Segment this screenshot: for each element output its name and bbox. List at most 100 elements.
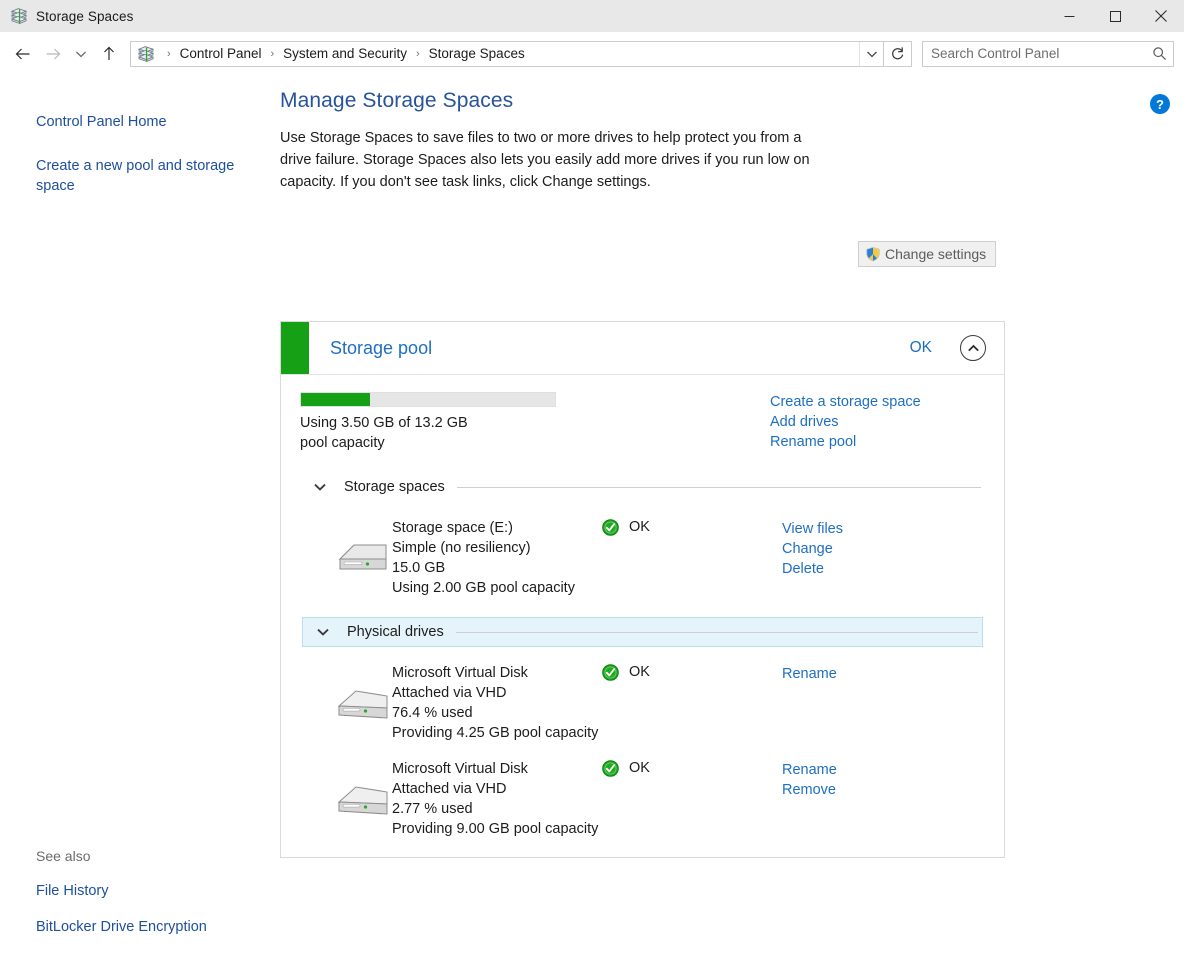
main-pane: Manage Storage Spaces Use Storage Spaces… (280, 76, 1184, 953)
storage-pool-body: Using 3.50 GB of 13.2 GB pool capacity C… (281, 375, 1004, 857)
physical-drive-info: Microsoft Virtual Disk Attached via VHD … (392, 759, 602, 839)
change-settings-label: Change settings (885, 246, 987, 262)
sidebar-item-control-panel-home[interactable]: Control Panel Home (36, 112, 251, 132)
window-controls (1046, 0, 1184, 32)
breadcrumb-separator: › (167, 47, 171, 60)
section-divider (456, 486, 981, 488)
storage-space-action-links: View files Change Delete (782, 518, 985, 598)
page-title: Manage Storage Spaces (280, 89, 514, 112)
breadcrumb-system-and-security[interactable]: System and Security (281, 46, 409, 61)
add-drives-link[interactable]: Add drives (770, 412, 921, 432)
navigation-bar: › Control Panel › System and Security › … (0, 32, 1184, 76)
status-ok-icon (602, 760, 619, 777)
address-dropdown-chevron-icon[interactable] (859, 41, 883, 66)
drive-icon (336, 518, 392, 598)
physical-drive-used: 76.4 % used (392, 705, 473, 721)
sidebar: Control Panel Home Create a new pool and… (0, 76, 280, 220)
physical-drive-used: 2.77 % used (392, 801, 473, 817)
physical-drive-info: Microsoft Virtual Disk Attached via VHD … (392, 663, 602, 743)
change-link[interactable]: Change (782, 539, 985, 559)
physical-drive-icon (336, 663, 392, 743)
physical-drive-providing: Providing 4.25 GB pool capacity (392, 725, 599, 741)
minimize-button[interactable] (1046, 0, 1092, 32)
physical-drive-name: Microsoft Virtual Disk (392, 665, 528, 681)
rename-link[interactable]: Rename (782, 664, 985, 684)
sidebar-item-create-new-pool[interactable]: Create a new pool and storage space (36, 156, 251, 196)
rename-link[interactable]: Rename (782, 760, 985, 780)
back-button[interactable] (8, 39, 38, 69)
forward-button[interactable] (38, 39, 68, 69)
chevron-up-icon[interactable] (960, 335, 986, 361)
storage-space-info: Storage space (E:) Simple (no resiliency… (392, 518, 602, 598)
pool-capacity-progress-fill (301, 393, 370, 406)
see-also-file-history[interactable]: File History (36, 883, 207, 899)
remove-link[interactable]: Remove (782, 780, 985, 800)
search-icon[interactable] (1145, 42, 1173, 66)
breadcrumb-separator[interactable]: › (409, 48, 427, 60)
storage-spaces-icon (10, 7, 28, 25)
pool-usage-row: Using 3.50 GB of 13.2 GB pool capacity C… (300, 375, 985, 453)
physical-drives-section-header[interactable]: Physical drives (302, 617, 983, 647)
window-title: Storage Spaces (36, 8, 134, 24)
breadcrumb-separator[interactable]: › (263, 48, 281, 60)
physical-drive-action-links: Rename (782, 663, 985, 743)
physical-drive-action-links: Rename Remove (782, 759, 985, 839)
search-input[interactable] (923, 45, 1145, 62)
intro-text: Use Storage Spaces to save files to two … (280, 130, 810, 190)
physical-drive-status-text: OK (629, 760, 650, 776)
breadcrumb-control-panel[interactable]: Control Panel (178, 46, 264, 61)
change-settings-button[interactable]: Change settings (858, 241, 997, 267)
storage-spaces-section-header[interactable]: Storage spaces (300, 472, 985, 502)
refresh-button[interactable] (884, 40, 912, 67)
up-button[interactable] (94, 39, 124, 69)
search-box[interactable] (922, 40, 1174, 67)
maximize-button[interactable] (1092, 0, 1138, 32)
physical-drive-status: OK (602, 663, 782, 743)
recent-locations-button[interactable] (68, 39, 94, 69)
physical-drive-status: OK (602, 759, 782, 839)
view-files-link[interactable]: View files (782, 519, 985, 539)
status-ok-icon (602, 664, 619, 681)
physical-drive-row: Microsoft Virtual Disk Attached via VHD … (300, 743, 985, 839)
pool-usage-text: Using 3.50 GB of 13.2 GB pool capacity (300, 415, 468, 451)
storage-pool-status: OK (909, 339, 932, 356)
physical-drives-section-label: Physical drives (347, 624, 444, 640)
storage-space-status-text: OK (629, 519, 650, 535)
chevron-down-icon[interactable] (313, 482, 327, 492)
storage-pool-title[interactable]: Storage pool (330, 338, 432, 359)
see-also-bitlocker-drive-encryption[interactable]: BitLocker Drive Encryption (36, 919, 207, 935)
storage-pool-panel: Storage pool OK Using 3.50 GB of 13.2 GB… (280, 321, 1005, 858)
physical-drive-attachment: Attached via VHD (392, 685, 507, 701)
storage-space-name: Storage space (E:) (392, 520, 513, 536)
pool-status-color-bar (281, 322, 309, 374)
status-ok-icon (602, 519, 619, 536)
storage-space-size: 15.0 GB (392, 560, 446, 576)
storage-space-resiliency: Simple (no resiliency) (392, 540, 531, 556)
storage-space-row: Storage space (E:) Simple (no resiliency… (300, 502, 985, 598)
storage-space-status: OK (602, 518, 782, 598)
create-a-storage-space-link[interactable]: Create a storage space (770, 392, 921, 412)
uac-shield-icon (865, 246, 881, 262)
delete-link[interactable]: Delete (782, 559, 985, 579)
address-bar[interactable]: › Control Panel › System and Security › … (130, 40, 884, 67)
title-bar: Storage Spaces (0, 0, 1184, 32)
physical-drive-providing: Providing 9.00 GB pool capacity (392, 821, 599, 837)
breadcrumb-storage-spaces[interactable]: Storage Spaces (427, 46, 527, 61)
physical-drive-status-text: OK (629, 664, 650, 680)
storage-spaces-section-label: Storage spaces (344, 479, 445, 495)
pool-capacity-progressbar (300, 392, 556, 407)
chevron-down-icon[interactable] (316, 627, 330, 637)
physical-drive-name: Microsoft Virtual Disk (392, 761, 528, 777)
pool-usage-block: Using 3.50 GB of 13.2 GB pool capacity (300, 392, 770, 453)
pool-action-links: Create a storage space Add drives Rename… (770, 392, 921, 453)
rename-pool-link[interactable]: Rename pool (770, 432, 921, 452)
see-also-section: See also File History BitLocker Drive En… (36, 848, 207, 953)
see-also-title: See also (36, 848, 91, 864)
physical-drive-icon (336, 759, 392, 839)
close-button[interactable] (1138, 0, 1184, 32)
storage-pool-header: Storage pool OK (281, 322, 1004, 375)
physical-drive-row: Microsoft Virtual Disk Attached via VHD … (300, 647, 985, 743)
physical-drive-attachment: Attached via VHD (392, 781, 507, 797)
storage-space-usage: Using 2.00 GB pool capacity (392, 580, 575, 596)
content-area: ? Control Panel Home Create a new pool a… (0, 76, 1184, 953)
